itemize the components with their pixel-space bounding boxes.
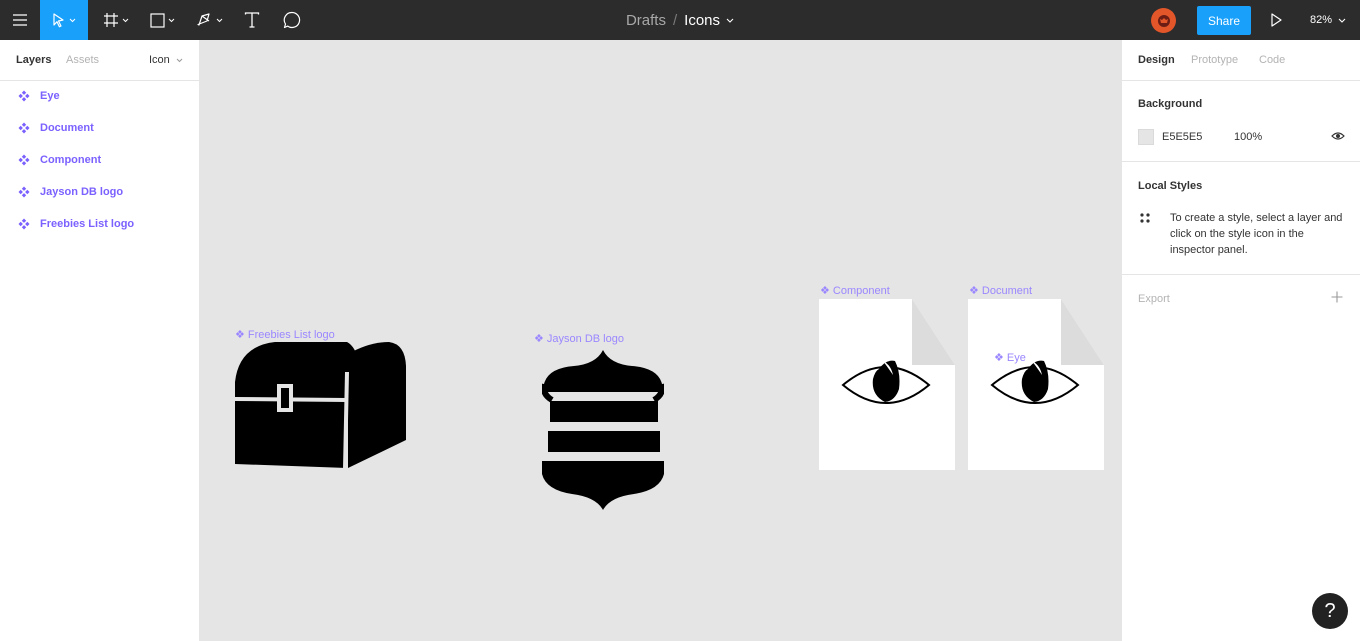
component-frame[interactable] bbox=[819, 299, 956, 471]
right-panel-tabs: Design Prototype Code bbox=[1122, 40, 1360, 81]
breadcrumb-drafts[interactable]: Drafts bbox=[626, 12, 666, 29]
zoom-level: 82% bbox=[1310, 14, 1333, 26]
frame-tool-button[interactable] bbox=[96, 0, 136, 40]
component-icon bbox=[18, 122, 30, 134]
component-icon bbox=[18, 218, 30, 230]
local-styles-hint: To create a style, select a layer and cl… bbox=[1170, 212, 1343, 256]
background-color-swatch[interactable] bbox=[1138, 129, 1154, 145]
pen-icon bbox=[197, 13, 210, 26]
tab-code[interactable]: Code bbox=[1259, 54, 1285, 66]
text-tool-button[interactable] bbox=[236, 0, 268, 40]
database-logo-icon[interactable] bbox=[542, 350, 664, 510]
tab-layers[interactable]: Layers bbox=[16, 54, 51, 66]
component-icon bbox=[18, 90, 30, 102]
chevron-down-icon bbox=[69, 18, 76, 22]
layer-label: Eye bbox=[40, 90, 60, 102]
tab-prototype[interactable]: Prototype bbox=[1191, 54, 1238, 66]
chevron-down-icon bbox=[726, 18, 734, 23]
left-panel-tabs: Layers Assets Icon bbox=[0, 40, 199, 81]
document-frame[interactable] bbox=[968, 299, 1105, 471]
layer-jayson-db-logo[interactable]: Jayson DB logo bbox=[0, 176, 200, 208]
style-grid-icon bbox=[1140, 213, 1150, 223]
breadcrumb-separator: / bbox=[672, 11, 678, 29]
layer-document[interactable]: Document bbox=[0, 112, 200, 144]
menu-button[interactable] bbox=[0, 0, 40, 40]
chevron-down-icon bbox=[1338, 18, 1346, 23]
app-window: Drafts / Icons Share 82% Layers Assets I… bbox=[0, 0, 1360, 641]
layer-eye[interactable]: Eye bbox=[0, 80, 200, 112]
design-panel: Design Prototype Code Background E5E5E5 … bbox=[1121, 40, 1360, 641]
play-icon bbox=[1271, 13, 1282, 27]
chevron-down-icon bbox=[216, 18, 223, 22]
file-name: Icons bbox=[684, 11, 721, 29]
pen-tool-button[interactable] bbox=[190, 0, 230, 40]
background-title: Background bbox=[1138, 98, 1203, 110]
chevron-down-icon bbox=[122, 18, 129, 22]
tab-assets[interactable]: Assets bbox=[66, 54, 99, 66]
share-button[interactable]: Share bbox=[1197, 6, 1251, 35]
page-name: Icon bbox=[149, 54, 170, 66]
hamburger-menu-icon bbox=[13, 14, 27, 26]
layer-component[interactable]: Component bbox=[0, 144, 200, 176]
export-title: Export bbox=[1138, 293, 1170, 305]
canvas[interactable]: ❖ Freebies List logo ❖ Jayson DB logo ❖ … bbox=[200, 40, 1121, 641]
background-opacity-input[interactable]: 100% bbox=[1234, 131, 1262, 143]
shape-tool-button[interactable] bbox=[142, 0, 182, 40]
layer-label: Jayson DB logo bbox=[40, 186, 124, 198]
component-icon bbox=[18, 186, 30, 198]
treasure-chest-icon[interactable] bbox=[235, 342, 407, 470]
chevron-down-icon bbox=[176, 58, 183, 62]
cursor-icon bbox=[53, 13, 64, 28]
rectangle-icon bbox=[149, 12, 165, 28]
visibility-eye-icon[interactable] bbox=[1331, 131, 1345, 141]
zoom-menu[interactable]: 82% bbox=[1310, 0, 1346, 40]
frame-label-component[interactable]: ❖ Component bbox=[820, 284, 890, 297]
layer-freebies-list-logo[interactable]: Freebies List logo bbox=[0, 208, 200, 240]
background-hex-input[interactable]: E5E5E5 bbox=[1162, 131, 1202, 143]
file-name-menu[interactable]: Icons bbox=[684, 12, 734, 29]
move-tool-button[interactable] bbox=[40, 0, 88, 40]
comment-tool-button[interactable] bbox=[276, 0, 308, 40]
component-icon bbox=[18, 154, 30, 166]
comment-icon bbox=[283, 11, 301, 29]
frame-icon bbox=[104, 13, 118, 27]
chevron-down-icon bbox=[168, 18, 174, 22]
frame-label-document[interactable]: ❖ Document bbox=[969, 284, 1032, 297]
layer-label: Freebies List logo bbox=[40, 218, 135, 230]
tab-design[interactable]: Design bbox=[1138, 54, 1175, 66]
background-section: Background bbox=[1122, 81, 1360, 162]
layer-label: Document bbox=[40, 122, 94, 134]
help-button[interactable]: ? bbox=[1312, 593, 1348, 629]
user-avatar-icon bbox=[1157, 14, 1170, 27]
present-button[interactable] bbox=[1268, 12, 1284, 33]
frame-label-jayson[interactable]: ❖ Jayson DB logo bbox=[534, 332, 624, 345]
local-styles-title: Local Styles bbox=[1138, 180, 1203, 192]
add-export-plus-icon[interactable] bbox=[1331, 291, 1343, 303]
frame-label-eye[interactable]: ❖ Eye bbox=[994, 351, 1026, 364]
toolbar: Drafts / Icons Share 82% bbox=[0, 0, 1360, 40]
frame-label-freebies[interactable]: ❖ Freebies List logo bbox=[235, 328, 335, 341]
text-icon bbox=[244, 12, 260, 28]
avatar[interactable] bbox=[1151, 8, 1176, 33]
layers-panel: Layers Assets Icon Eye Document Componen… bbox=[0, 40, 200, 641]
page-selector[interactable]: Icon bbox=[149, 54, 183, 66]
layer-label: Component bbox=[40, 154, 102, 166]
